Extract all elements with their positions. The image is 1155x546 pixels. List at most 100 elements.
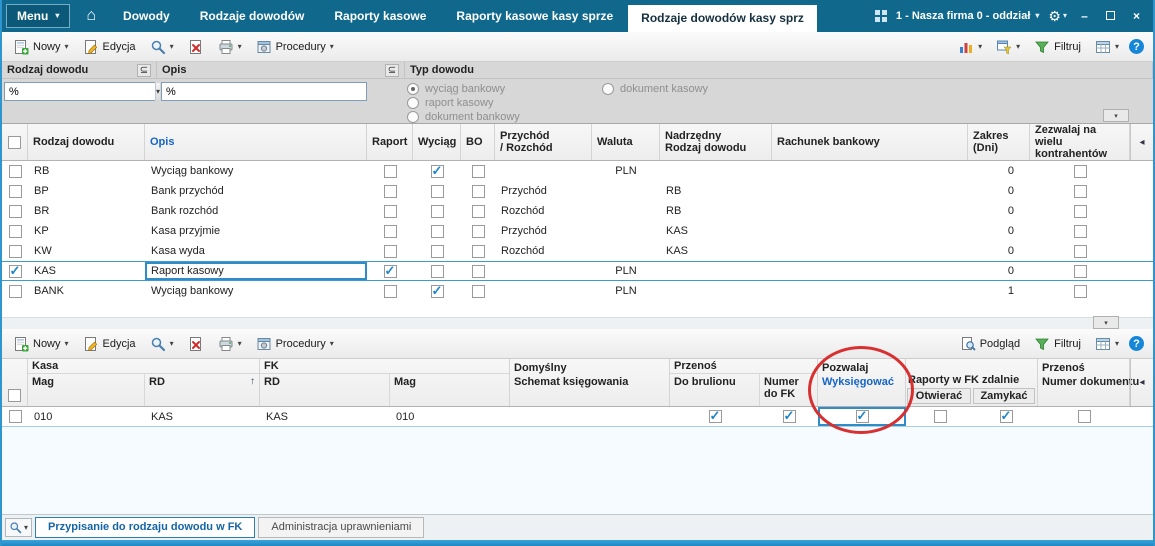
cell-rachunek[interactable] [772,262,968,280]
cell-schemat[interactable] [510,407,670,426]
table-row[interactable]: RB Wyciąg bankowy PLN 0 [2,161,1153,181]
grid-settings-button[interactable]: ▾ [1088,35,1126,59]
window-filter-button[interactable]: ▾ [989,35,1027,59]
col-header-kasa-rd[interactable]: RD ↑ [145,374,259,406]
wyksiegowac-cell-cursor[interactable] [818,407,906,426]
table-row[interactable]: KP Kasa przyjmie Przychód KAS 0 [2,221,1153,241]
scroll-left-icon[interactable]: ◂ [1130,124,1153,160]
table-row[interactable]: BR Bank rozchód Rozchód RB 0 [2,201,1153,221]
cell-nadrzedny[interactable]: KAS [660,241,772,261]
nowy-button-lower[interactable]: Nowy ▾ [6,332,76,356]
raport-checkbox[interactable] [383,224,397,238]
tab-raporty-kasowe[interactable]: Raporty kasowe [319,0,441,32]
cell-przychod[interactable] [495,262,592,280]
wyciag-checkbox[interactable] [430,283,444,299]
cell-waluta[interactable]: PLN [592,262,660,280]
numer-do-fk-checkbox[interactable] [782,408,796,424]
row-checkbox[interactable] [8,244,22,258]
bo-checkbox[interactable] [471,244,485,258]
radio-icon[interactable] [407,97,419,109]
cell-rachunek[interactable] [772,221,968,241]
cell-zakres[interactable]: 0 [968,262,1030,280]
wyciag-checkbox[interactable] [430,163,444,179]
cell-rodzaj-dowodu[interactable]: BANK [28,281,145,301]
modules-grid-icon[interactable] [874,10,887,22]
col-header-bo[interactable]: BO [461,124,495,160]
cell-nadrzedny[interactable] [660,262,772,280]
wyciag-checkbox[interactable] [430,244,444,258]
chart-button[interactable]: ▾ [951,35,989,59]
maximize-button[interactable] [1102,9,1119,23]
edycja-button-lower[interactable]: Edycja [76,332,143,356]
zamykac-checkbox[interactable] [999,408,1013,424]
bo-checkbox[interactable] [471,284,485,298]
cell-opis[interactable]: Kasa przyjmie [145,221,367,241]
row-checkbox[interactable] [8,184,22,198]
otwierac-checkbox[interactable] [933,410,947,423]
col-header-numer-dokumentu[interactable]: Przenoś Numer dokumentu [1038,359,1139,406]
zezwalaj-checkbox[interactable] [1073,224,1087,238]
opis-filter-input[interactable] [161,82,367,101]
col-header-wyksiegowac[interactable]: Pozwalaj Wyksięgować [818,359,906,406]
radio-dokument-bankowy[interactable]: dokument bankowy [407,111,520,123]
col-header-raport[interactable]: Raport [367,124,413,160]
minimize-button[interactable]: – [1076,9,1093,23]
cell-waluta[interactable] [592,221,660,241]
scroll-left-icon[interactable]: ◂ [1130,359,1153,406]
search-button-lower[interactable]: ▾ [143,332,181,356]
radio-icon[interactable] [407,83,419,95]
zezwalaj-checkbox[interactable] [1073,284,1087,298]
col-header-nadrzedny[interactable]: Nadrzędny Rodzaj dowodu [660,124,772,160]
tab-rodzaje-dowodow[interactable]: Rodzaje dowodów [185,0,320,32]
cell-waluta[interactable] [592,181,660,201]
cell-zakres[interactable]: 0 [968,241,1030,261]
tab-administracja-uprawnieniami[interactable]: Administracja uprawnieniami [258,517,425,538]
cell-nadrzedny[interactable]: KAS [660,221,772,241]
raport-checkbox[interactable] [383,164,397,178]
tab-rodzaje-dowodow-kasy-active[interactable]: Rodzaje dowodów kasy sprz [628,5,817,32]
col-header-wyciag[interactable]: Wyciąg [413,124,461,160]
header-select-checkbox[interactable] [8,389,21,402]
wyciag-checkbox[interactable] [430,204,444,218]
radio-icon[interactable] [602,83,614,95]
cell-rodzaj-dowodu[interactable]: KW [28,241,145,261]
home-icon[interactable]: ⌂ [86,8,96,24]
cell-nadrzedny[interactable]: RB [660,201,772,221]
header-select-checkbox[interactable] [8,135,21,149]
cell-opis[interactable]: Bank przychód [145,181,367,201]
rodzaj-dowodu-input[interactable] [5,83,155,100]
cell-fk-mag[interactable]: 010 [390,407,510,426]
bo-checkbox[interactable] [471,164,485,178]
cell-rachunek[interactable] [772,201,968,221]
col-header-rodzaj-dowodu[interactable]: Rodzaj dowodu [28,124,145,160]
col-header-fk-rd[interactable]: RD [260,374,390,406]
cell-rodzaj-dowodu[interactable]: KAS [28,262,145,280]
tab-przypisanie-fk[interactable]: Przypisanie do rodzaju dowodu w FK [35,517,256,538]
cell-zakres[interactable]: 0 [968,161,1030,181]
col-header-opis[interactable]: Opis [145,124,367,160]
raport-checkbox[interactable] [383,263,397,279]
nowy-button[interactable]: Nowy ▾ [6,35,76,59]
radio-wyciag-bankowy[interactable]: wyciąg bankowy [407,83,505,95]
cell-nadrzedny[interactable]: RB [660,181,772,201]
col-header-zamykac[interactable]: Zamykać [973,388,1035,404]
cell-nadrzedny[interactable] [660,161,772,181]
zezwalaj-checkbox[interactable] [1073,204,1087,218]
cell-rachunek[interactable] [772,281,968,301]
row-checkbox[interactable] [8,263,22,279]
cell-rodzaj-dowodu[interactable]: RB [28,161,145,181]
cell-rodzaj-dowodu[interactable]: BP [28,181,145,201]
row-checkbox[interactable] [8,224,22,238]
cell-rodzaj-dowodu[interactable]: KP [28,221,145,241]
bo-checkbox[interactable] [471,224,485,238]
cell-fk-rd[interactable]: KAS [260,407,390,426]
rodzaj-dowodu-combobox[interactable]: ▾ [4,82,161,101]
col-header-przychod[interactable]: Przychód / Rozchód [495,124,592,160]
filter-collapse-button[interactable]: ▾ [1103,109,1129,122]
table-row[interactable]: KW Kasa wyda Rozchód KAS 0 [2,241,1153,261]
cell-zakres[interactable]: 0 [968,221,1030,241]
filtruj-button-lower[interactable]: Filtruj [1027,332,1088,356]
cell-opis[interactable]: Bank rozchód [145,201,367,221]
col-header-rachunek[interactable]: Rachunek bankowy [772,124,968,160]
wyciag-checkbox[interactable] [430,264,444,278]
